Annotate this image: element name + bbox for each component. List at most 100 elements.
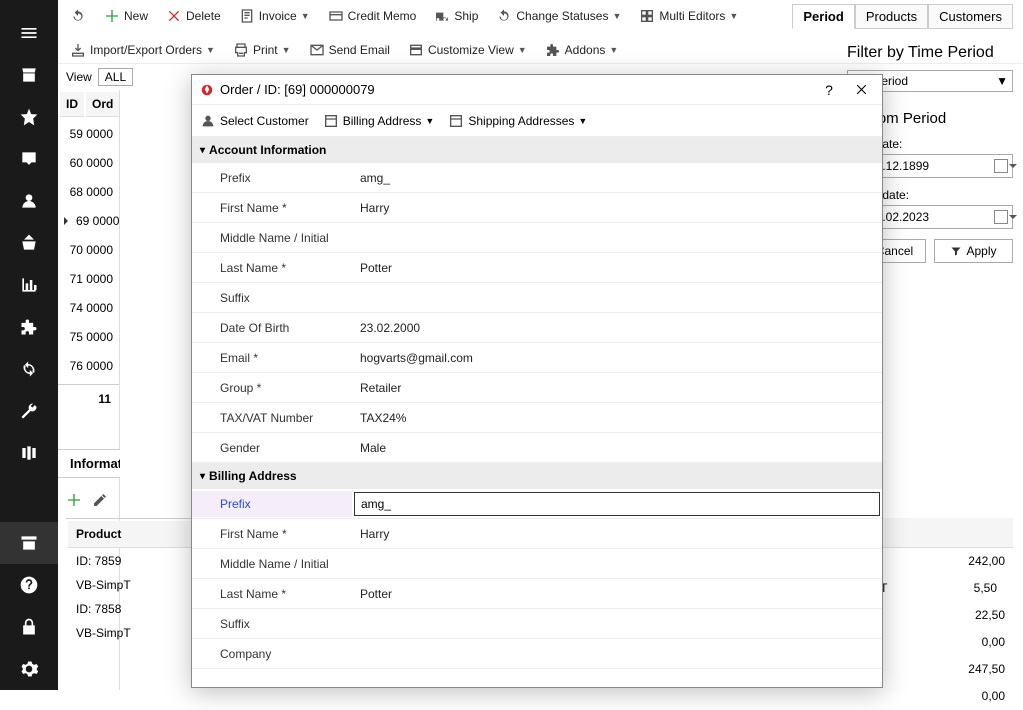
- send-email-button[interactable]: Send Email: [305, 40, 394, 60]
- field-middle-value[interactable]: [352, 232, 882, 244]
- chevron-down-icon: ▾: [200, 145, 205, 156]
- shipping-addresses-button[interactable]: Shipping Addresses▼: [448, 113, 587, 129]
- field-last-value[interactable]: Potter: [352, 255, 882, 281]
- billing-last-value[interactable]: Potter: [352, 581, 882, 607]
- import-export-button[interactable]: Import/Export Orders▼: [66, 40, 219, 60]
- billing-suffix-value[interactable]: [352, 618, 882, 630]
- section-billing[interactable]: ▾ Billing Address: [192, 463, 882, 489]
- credit-memo-button[interactable]: Credit Memo: [324, 6, 421, 26]
- columns-icon[interactable]: [0, 432, 58, 474]
- new-button[interactable]: New: [100, 6, 152, 26]
- order-dialog: Order / ID: [69] 000000079 ? Select Cust…: [191, 74, 883, 688]
- field-prefix-value[interactable]: amg_: [352, 165, 882, 191]
- field-tax-value[interactable]: TAX24%: [352, 405, 882, 431]
- multi-editors-button[interactable]: Multi Editors▼: [635, 6, 742, 26]
- menu-icon[interactable]: [0, 12, 58, 54]
- table-row[interactable]: 74 0000: [58, 293, 119, 322]
- tab-customers[interactable]: Customers: [928, 4, 1013, 29]
- section-billing-label: Billing Address: [209, 469, 297, 483]
- help-button[interactable]: ?: [816, 77, 842, 103]
- change-statuses-button[interactable]: Change Statuses▼: [492, 6, 625, 26]
- field-dob-label: Date Of Birth: [192, 315, 352, 341]
- invoice-button[interactable]: Invoice▼: [235, 6, 314, 26]
- billing-address-button[interactable]: Billing Address▼: [323, 113, 435, 129]
- chevron-down-icon: ▼: [996, 74, 1008, 88]
- section-account-label: Account Information: [209, 143, 326, 157]
- grid-count: 11: [58, 385, 119, 413]
- billing-prefix-label: Prefix: [192, 491, 352, 517]
- table-row[interactable]: 75 0000: [58, 322, 119, 351]
- star-icon[interactable]: [0, 96, 58, 138]
- billing-prefix-input[interactable]: [354, 492, 880, 516]
- lock-icon[interactable]: [0, 606, 58, 648]
- billing-suffix-label: Suffix: [192, 611, 352, 637]
- ship-label: Ship: [454, 9, 478, 23]
- print-button[interactable]: Print▼: [229, 40, 295, 60]
- addons-button[interactable]: Addons▼: [541, 40, 623, 60]
- field-tax-label: TAX/VAT Number: [192, 405, 352, 431]
- refresh-button[interactable]: [66, 6, 90, 26]
- import-export-label: Import/Export Orders: [90, 43, 202, 57]
- store-icon[interactable]: [0, 54, 58, 96]
- send-email-label: Send Email: [329, 43, 390, 57]
- field-group-label: Group *: [192, 375, 352, 401]
- field-email-label: Email *: [192, 345, 352, 371]
- select-customer-button[interactable]: Select Customer: [200, 113, 309, 129]
- table-row[interactable]: 69 0000: [58, 206, 119, 235]
- information-tab[interactable]: Informati: [58, 449, 120, 478]
- table-row[interactable]: 60 0000: [58, 148, 119, 177]
- section-account[interactable]: ▾ Account Information: [192, 137, 882, 163]
- sync-icon[interactable]: [0, 348, 58, 390]
- basket-icon[interactable]: [0, 222, 58, 264]
- table-row[interactable]: 71 0000: [58, 264, 119, 293]
- edit-icon[interactable]: [92, 492, 108, 508]
- field-prefix-label: Prefix: [192, 165, 352, 191]
- app-sidebar: [0, 0, 58, 690]
- field-last-label: Last Name *: [192, 255, 352, 281]
- field-gender-label: Gender: [192, 435, 352, 461]
- delete-button[interactable]: Delete: [162, 6, 225, 26]
- billing-first-value[interactable]: Harry: [352, 521, 882, 547]
- multi-editors-label: Multi Editors: [659, 9, 725, 23]
- chevron-down-icon: ▾: [200, 471, 205, 482]
- field-email-value[interactable]: hogvarts@gmail.com: [352, 345, 882, 371]
- chart-icon[interactable]: [0, 264, 58, 306]
- credit-memo-label: Credit Memo: [348, 9, 417, 23]
- billing-first-label: First Name *: [192, 521, 352, 547]
- table-row[interactable]: 76 0000: [58, 351, 119, 380]
- field-first-label: First Name *: [192, 195, 352, 221]
- col-order[interactable]: Ord: [86, 92, 119, 117]
- field-gender-value[interactable]: Male: [352, 435, 882, 461]
- tab-products[interactable]: Products: [855, 4, 928, 29]
- change-statuses-label: Change Statuses: [516, 9, 608, 23]
- col-id[interactable]: ID: [60, 92, 84, 117]
- field-suffix-value[interactable]: [352, 292, 882, 304]
- dialog-title: Order / ID: [69] 000000079: [220, 82, 810, 97]
- ship-button[interactable]: Ship: [430, 6, 482, 26]
- wrench-icon[interactable]: [0, 390, 58, 432]
- filter-tabs: Period Products Customers: [792, 4, 1013, 29]
- table-row[interactable]: 70 0000: [58, 235, 119, 264]
- archive-icon[interactable]: [0, 522, 58, 564]
- billing-middle-value[interactable]: [352, 558, 882, 570]
- add-icon[interactable]: [66, 492, 82, 508]
- tab-period[interactable]: Period: [792, 4, 854, 29]
- field-group-value[interactable]: Retailer: [352, 375, 882, 401]
- app-icon: [200, 83, 214, 97]
- addons-label: Addons: [565, 43, 606, 57]
- view-value[interactable]: ALL: [98, 68, 133, 86]
- field-first-value[interactable]: Harry: [352, 195, 882, 221]
- help-icon[interactable]: [0, 564, 58, 606]
- table-row[interactable]: 68 0000: [58, 177, 119, 206]
- billing-company-label: Company: [192, 641, 352, 667]
- billing-company-value[interactable]: [352, 648, 882, 660]
- filter-title: Filter by Time Period: [847, 44, 1013, 62]
- close-button[interactable]: [848, 77, 874, 103]
- puzzle-icon[interactable]: [0, 306, 58, 348]
- customize-view-button[interactable]: Customize View▼: [404, 40, 531, 60]
- person-icon[interactable]: [0, 180, 58, 222]
- inbox-icon[interactable]: [0, 138, 58, 180]
- table-row[interactable]: 59 0000: [58, 119, 119, 148]
- field-dob-value[interactable]: 23.02.2000: [352, 315, 882, 341]
- gear-icon[interactable]: [0, 648, 58, 690]
